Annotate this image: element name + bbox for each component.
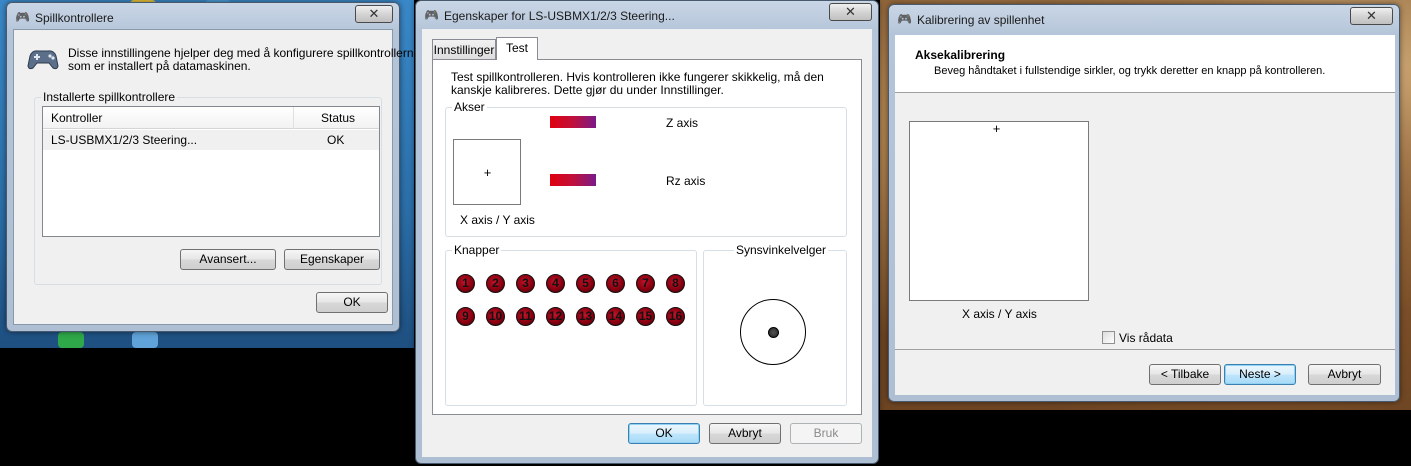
rz-axis-label: Rz axis: [666, 174, 706, 188]
z-axis-label: Z axis: [666, 116, 699, 130]
ok-button[interactable]: OK: [316, 292, 388, 313]
gamepad-icon: 🎮: [15, 10, 30, 24]
controller-name: LS-USBMX1/2/3 Steering...: [51, 133, 198, 147]
column-divider: [293, 107, 294, 129]
intro-text: kanskje kalibreres. Dette gjør du under …: [451, 83, 724, 97]
listview-header: Kontroller Status: [43, 107, 379, 129]
xy-axis-box: +: [909, 121, 1089, 301]
desktop-shortcut-icon[interactable]: [132, 332, 158, 348]
buttons-grid: 1 2 3 4 5 6 7 8 9 10 11 12 13 14 15 16: [446, 251, 698, 407]
raw-data-checkbox[interactable]: [1102, 331, 1115, 344]
controller-button-indicator: 11: [516, 307, 535, 326]
pov-indicator: [768, 327, 779, 338]
xy-axis-label: X axis / Y axis: [962, 307, 1037, 321]
controller-button-indicator: 2: [486, 274, 505, 293]
controller-button-indicator: 3: [516, 274, 535, 293]
xy-axis-label: X axis / Y axis: [460, 213, 535, 227]
controller-button-indicator: 16: [666, 307, 685, 326]
gamepad-icon: 🎮: [424, 8, 439, 22]
controller-button-indicator: 14: [606, 307, 625, 326]
controller-button-indicator: 15: [636, 307, 655, 326]
properties-window: 🎮 Egenskaper for LS-USBMX1/2/3 Steering.…: [415, 0, 879, 464]
close-button[interactable]: ✕: [355, 5, 393, 23]
controller-button-indicator: 7: [636, 274, 655, 293]
group-label: Synsvinkelvelger: [734, 243, 829, 257]
controller-button-indicator: 6: [606, 274, 625, 293]
close-button[interactable]: ✕: [1350, 7, 1393, 25]
buttons-group: Knapper 1 2 3 4 5 6 7 8 9 10 11 12 13 14 15 16: [445, 243, 698, 407]
description-text: Disse innstillingene hjelper deg med å k…: [68, 46, 421, 60]
ok-button[interactable]: OK: [628, 423, 700, 444]
properties-button[interactable]: Egenskaper: [284, 249, 380, 270]
controller-button-indicator: 4: [546, 274, 565, 293]
table-row[interactable]: LS-USBMX1/2/3 Steering... OK: [43, 130, 379, 150]
window-title: Kalibrering av spillenhet: [917, 13, 1045, 27]
game-controllers-window: 🎮 Spillkontrollere ✕ Disse innstillingen…: [6, 2, 420, 332]
cancel-button[interactable]: Avbryt: [1308, 364, 1381, 385]
axes-group: Akser Z axis + Rz axis X axis / Y axis: [445, 100, 847, 237]
crosshair-icon: +: [483, 165, 492, 180]
column-header-controller[interactable]: Kontroller: [51, 111, 102, 125]
controller-button-indicator: 9: [456, 307, 475, 326]
close-button[interactable]: ✕: [829, 3, 872, 21]
instruction-text: Beveg håndtaket i fullstendige sirkler, …: [934, 65, 1326, 77]
divider: [895, 349, 1395, 350]
next-button[interactable]: Neste >: [1224, 364, 1296, 385]
calibration-window: 🎮 Kalibrering av spillenhet ✕ Aksekalibr…: [888, 4, 1400, 402]
advanced-button[interactable]: Avansert...: [180, 249, 276, 270]
group-label: Installerte spillkontrollere: [41, 90, 178, 104]
raw-data-label[interactable]: Vis rådata: [1119, 331, 1173, 345]
window-title: Egenskaper for LS-USBMX1/2/3 Steering...: [444, 9, 675, 23]
controller-button-indicator: 12: [546, 307, 565, 326]
controller-button-indicator: 1: [456, 274, 475, 293]
controller-button-indicator: 5: [576, 274, 595, 293]
gamepad-icon: [26, 46, 60, 72]
group-label: Akser: [452, 100, 487, 114]
desktop-shortcut-icon[interactable]: [58, 332, 84, 348]
apply-button[interactable]: Bruk: [790, 423, 862, 444]
titlebar[interactable]: 🎮 Kalibrering av spillenhet ✕: [889, 5, 1399, 33]
description-text: som er installert på datamaskinen.: [68, 59, 251, 73]
wizard-header: Aksekalibrering Beveg håndtaket i fullst…: [895, 35, 1395, 93]
window-title: Spillkontrollere: [35, 11, 114, 25]
titlebar[interactable]: 🎮 Spillkontrollere ✕: [7, 3, 399, 31]
page-title: Aksekalibrering: [915, 48, 1006, 62]
client-area: Aksekalibrering Beveg håndtaket i fullst…: [895, 35, 1395, 395]
client-area: Innstillinger Test Test spillkontrollere…: [422, 29, 872, 457]
rz-axis-bar: [550, 174, 596, 186]
pov-circle: [740, 299, 806, 365]
back-button[interactable]: < Tilbake: [1149, 364, 1221, 385]
intro-text: Test spillkontrolleren. Hvis kontrollere…: [451, 70, 824, 84]
xy-axis-box: +: [453, 139, 521, 205]
controller-button-indicator: 10: [486, 307, 505, 326]
z-axis-bar: [550, 116, 596, 128]
column-header-status[interactable]: Status: [321, 111, 355, 125]
tab-panel: Test spillkontrolleren. Hvis kontrollere…: [432, 59, 862, 415]
controllers-listview[interactable]: Kontroller Status LS-USBMX1/2/3 Steering…: [42, 106, 380, 237]
tab-test[interactable]: Test: [496, 37, 538, 60]
cancel-button[interactable]: Avbryt: [709, 423, 781, 444]
client-area: Disse innstillingene hjelper deg med å k…: [13, 29, 420, 325]
crosshair-icon: +: [992, 121, 1001, 136]
tab-settings[interactable]: Innstillinger: [432, 39, 496, 60]
titlebar[interactable]: 🎮 Egenskaper for LS-USBMX1/2/3 Steering.…: [416, 1, 878, 29]
controller-button-indicator: 8: [666, 274, 685, 293]
controller-status: OK: [327, 133, 345, 147]
gamepad-icon: 🎮: [897, 12, 912, 26]
pov-group: Synsvinkelvelger: [703, 243, 847, 406]
controller-button-indicator: 13: [576, 307, 595, 326]
